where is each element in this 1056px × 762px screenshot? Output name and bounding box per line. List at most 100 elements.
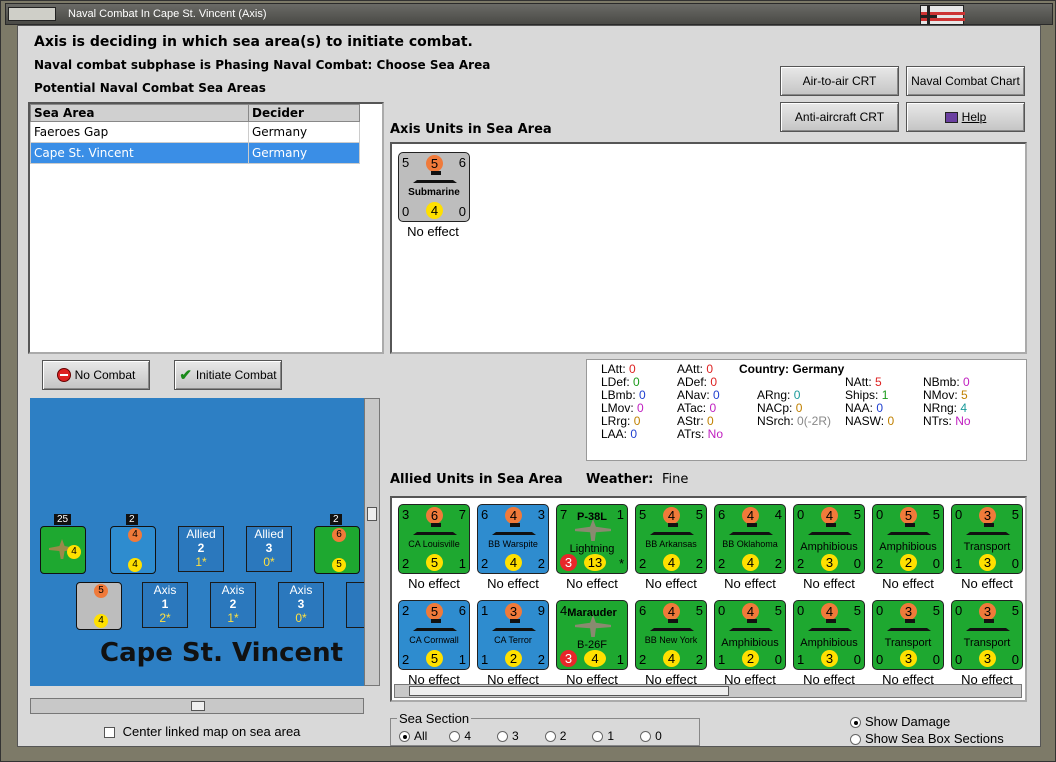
allied-horizontal-scrollbar[interactable]: [394, 684, 1022, 698]
stat-laa: LAA: 0: [601, 427, 638, 441]
allied-unit-card[interactable]: 5 5 4 BB Arkansas 2 4 2: [635, 504, 707, 574]
unit-stat: 5: [1011, 603, 1019, 618]
map-horizontal-scrollbar[interactable]: [30, 698, 364, 714]
radio-button[interactable]: [497, 731, 509, 743]
col-decider[interactable]: Decider: [248, 104, 360, 122]
window-menu-icon[interactable]: [8, 7, 56, 21]
allied-unit-card[interactable]: 0 5 5 Amphibious 2 2 0: [872, 504, 944, 574]
sea-section-option-3[interactable]: 3: [497, 729, 519, 743]
ship-icon: [966, 523, 1010, 535]
weather-value: Fine: [662, 472, 689, 487]
unit-stat: 9: [537, 603, 545, 618]
stat-ntrs: NTrs: No: [923, 414, 971, 428]
box-label: Allied: [186, 527, 216, 541]
unit-stat: 3: [979, 603, 996, 620]
map-louisville-unit[interactable]: 6 5: [314, 526, 360, 574]
sea-section-option-2[interactable]: 2: [544, 729, 567, 743]
radio-button[interactable]: [399, 731, 410, 743]
stat-naa: NAA: 0: [845, 401, 884, 415]
unit-stat: 2: [774, 556, 782, 571]
unit-stat: 0: [876, 507, 884, 522]
unit-stat: 6: [426, 507, 443, 524]
map-submarine-unit[interactable]: 5 4: [76, 582, 122, 630]
radio-button[interactable]: [592, 731, 604, 743]
allied-unit-card[interactable]: 0 5 4 Amphibious 2 3 0: [793, 504, 865, 574]
ship-icon: [650, 619, 694, 631]
sea-section-option-0[interactable]: 0: [640, 729, 662, 743]
allied-unit-card[interactable]: 6 4 4 BB Oklahoma 2 4 2: [714, 504, 786, 574]
allied-unit-card[interactable]: 1 9 3 CA Terror 1 2 2: [477, 600, 549, 670]
allied-unit-card[interactable]: 0 5 3 Transport 1 3 0: [951, 504, 1023, 574]
unit-stat: 2: [505, 650, 522, 667]
table-row[interactable]: Faeroes Gap Germany: [30, 121, 360, 143]
unit-stat: 4: [426, 202, 443, 219]
row-decider: Germany: [248, 121, 360, 143]
map-vertical-scrollbar[interactable]: [364, 398, 380, 686]
unit-stat: 2: [695, 556, 703, 571]
show-damage-radio[interactable]: [850, 717, 861, 729]
scroll-thumb[interactable]: [367, 507, 377, 521]
allied-box-2[interactable]: Allied 2 1*: [178, 526, 224, 572]
allied-unit-card[interactable]: 0 5 3 Transport 0 3 0: [951, 600, 1023, 670]
center-map-checkbox-row[interactable]: Center linked map on sea area: [104, 724, 300, 739]
radio-button[interactable]: [449, 731, 461, 743]
box-number: 3: [297, 597, 305, 611]
allied-unit-card[interactable]: 3 7 6 CA Louisville 2 5 1: [398, 504, 470, 574]
axis-box-3[interactable]: Axis 3 0*: [278, 582, 324, 628]
unit-stat: 2: [900, 554, 917, 571]
allied-unit-card[interactable]: 4 Marauder B-26F 3 4 1: [556, 600, 628, 670]
sea-section-option-4[interactable]: 4: [449, 729, 471, 743]
allied-unit-card[interactable]: 0 5 3 Transport 0 3 0: [872, 600, 944, 670]
map-bomber-unit[interactable]: 4: [40, 526, 86, 574]
table-row-selected[interactable]: Cape St. Vincent Germany: [30, 142, 360, 164]
title-bar: Naval Combat In Cape St. Vincent (Axis): [5, 3, 1053, 26]
unit-stat: 4: [774, 507, 782, 522]
radio-button[interactable]: [544, 731, 556, 743]
allied-unit-card[interactable]: 6 3 4 BB Warspite 2 4 2: [477, 504, 549, 574]
map-warspite-unit[interactable]: 4 4: [110, 526, 156, 574]
unit-effect: No effect: [961, 576, 1013, 591]
sea-areas-title: Potential Naval Combat Sea Areas: [34, 81, 266, 95]
unit-stat: 0: [718, 603, 726, 618]
no-combat-button[interactable]: No Combat: [42, 360, 150, 390]
ship-icon: [729, 619, 773, 631]
allied-box-3[interactable]: Allied 3 0*: [246, 526, 292, 572]
german-flag-icon: [920, 5, 965, 26]
allied-unit-card[interactable]: 7 1 P-38L Lightning 3 13 *: [556, 504, 628, 574]
sea-area-name: Cape St. Vincent: [100, 638, 344, 668]
axis-submarine-unit[interactable]: 5 5 6 Submarine 0 4 0: [398, 152, 470, 222]
show-boxes-option[interactable]: Show Sea Box Sections: [850, 731, 1004, 746]
allied-unit-card[interactable]: 0 5 4 Amphibious 1 3 0: [793, 600, 865, 670]
checkmark-icon: ✔: [179, 367, 192, 384]
allied-unit-card[interactable]: 6 5 4 BB New York 2 4 2: [635, 600, 707, 670]
scroll-thumb[interactable]: [409, 686, 729, 696]
unit-stat: 2: [481, 556, 489, 571]
radio-button[interactable]: [640, 731, 652, 743]
allied-unit-card[interactable]: 2 6 5 CA Cornwall 2 5 1: [398, 600, 470, 670]
show-boxes-radio[interactable]: [850, 734, 861, 746]
stat-ldef: LDef: 0: [601, 375, 640, 389]
unit-stat: 6: [718, 507, 726, 522]
ship-icon: [729, 523, 773, 535]
allied-unit-card[interactable]: 0 5 4 Amphibious 1 2 0: [714, 600, 786, 670]
axis-box-1[interactable]: Axis 1 2*: [142, 582, 188, 628]
air-to-air-crt-button[interactable]: Air-to-air CRT: [780, 66, 899, 96]
sea-section-option-all[interactable]: All: [399, 729, 427, 743]
unit-stat: 2: [876, 556, 884, 571]
help-button[interactable]: Help: [906, 102, 1025, 132]
initiate-combat-button[interactable]: ✔ Initiate Combat: [174, 360, 282, 390]
scroll-thumb[interactable]: [191, 701, 205, 711]
center-map-checkbox[interactable]: [104, 727, 115, 739]
unit-name: Submarine: [408, 187, 460, 198]
axis-units-panel: 5 5 6 Submarine 0 4 0 No effect: [390, 142, 1027, 354]
unit-stat: 0: [853, 556, 861, 571]
naval-combat-chart-button[interactable]: Naval Combat Chart: [906, 66, 1025, 96]
axis-box-2[interactable]: Axis 2 1*: [210, 582, 256, 628]
col-sea-area[interactable]: Sea Area: [30, 104, 249, 122]
sea-area-map[interactable]: 25 2 2 4 4 4 6 5 Allied 2 1* Allied 3 0*…: [30, 398, 372, 686]
anti-aircraft-crt-button[interactable]: Anti-aircraft CRT: [780, 102, 899, 132]
sea-section-option-1[interactable]: 1: [592, 729, 614, 743]
unit-stat: 1: [481, 652, 489, 667]
radio-label: 2: [559, 729, 567, 743]
show-damage-option[interactable]: Show Damage: [850, 714, 950, 729]
